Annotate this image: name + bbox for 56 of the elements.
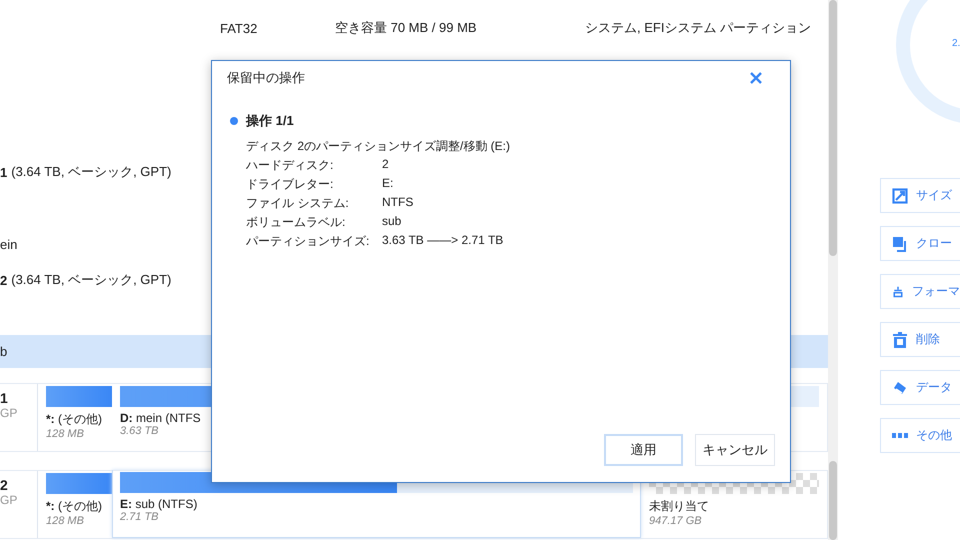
detail-value: 3.63 TB ——> 2.71 TB [382, 233, 504, 247]
detail-label: パーティションサイズ: [246, 234, 370, 248]
close-icon[interactable] [749, 71, 763, 85]
disk-number: 2 [0, 272, 8, 288]
table-cell: FAT32 [220, 20, 258, 36]
detail-label: ボリュームラベル: [246, 215, 346, 229]
trash-icon [892, 332, 908, 348]
action-button[interactable]: その他 [880, 418, 960, 453]
disk-info: (3.64 TB, ベーシック, GPT) [11, 163, 172, 181]
clone-icon [892, 236, 908, 252]
dialog-title: 保留中の操作 [227, 69, 305, 87]
partition-size: 947.17 GB [649, 515, 703, 527]
partition-label: *: (その他) [46, 498, 103, 515]
disk-number: 2 [0, 477, 9, 493]
dialog-button[interactable]: 適用 [604, 434, 683, 466]
detail-value: E: [382, 176, 394, 190]
operation-description: ディスク 2のパーティションサイズ調整/移動 (E:) [246, 138, 512, 155]
detail-label: ハードディスク: [246, 158, 334, 172]
operation-heading: 操作 1/1 [246, 112, 294, 130]
action-button[interactable]: データ [880, 370, 960, 405]
disk-type: GP [0, 406, 18, 420]
action-button[interactable]: 削除 [880, 322, 960, 357]
action-button[interactable]: サイズ [880, 178, 960, 213]
disk-info: (3.64 TB, ベーシック, GPT) [11, 271, 172, 289]
eraser-icon [892, 380, 908, 396]
partition-label: *: (その他) [46, 411, 103, 428]
table-cell: b [0, 344, 8, 359]
more-icon [892, 432, 908, 438]
table-cell: システム, EFIシステム パーティション [585, 20, 812, 35]
partition-label: D: mein (NTFS [120, 411, 202, 425]
partition-block[interactable]: *: (その他) 128 MB [46, 384, 112, 451]
action-button[interactable]: フォーマ [880, 274, 960, 309]
action-button[interactable]: クロー [880, 226, 960, 261]
disk-type: GP [0, 493, 18, 507]
table-cell: ein [0, 236, 18, 252]
partition-size: 2.71 TB [120, 511, 160, 523]
partition-label: 未割り当て [649, 498, 710, 515]
detail-label: ドライブレター: [246, 177, 334, 191]
scrollbar-thumb[interactable] [829, 461, 837, 540]
detail-label: ファイル システム: [246, 196, 349, 210]
detail-value: NTFS [382, 195, 414, 209]
detail-value: sub [382, 214, 402, 228]
partition-size: 128 MB [46, 515, 85, 527]
disk-number: 1 [0, 164, 8, 180]
resize-icon [892, 188, 908, 204]
partition-size: 128 MB [46, 428, 85, 440]
chart-label: 2. [952, 38, 960, 49]
scrollbar-thumb[interactable] [829, 0, 837, 256]
disk-number: 1 [0, 390, 9, 406]
table-cell: 空き容量 70 MB / 99 MB [335, 20, 477, 35]
detail-value: 2 [382, 157, 389, 171]
partition-label: E: sub (NTFS) [120, 497, 198, 511]
bullet-icon [230, 117, 238, 125]
partition-block[interactable]: *: (その他) 128 MB [46, 471, 112, 538]
dialog-button[interactable]: キャンセル [695, 434, 775, 466]
partition-size: 3.63 TB [120, 425, 160, 437]
